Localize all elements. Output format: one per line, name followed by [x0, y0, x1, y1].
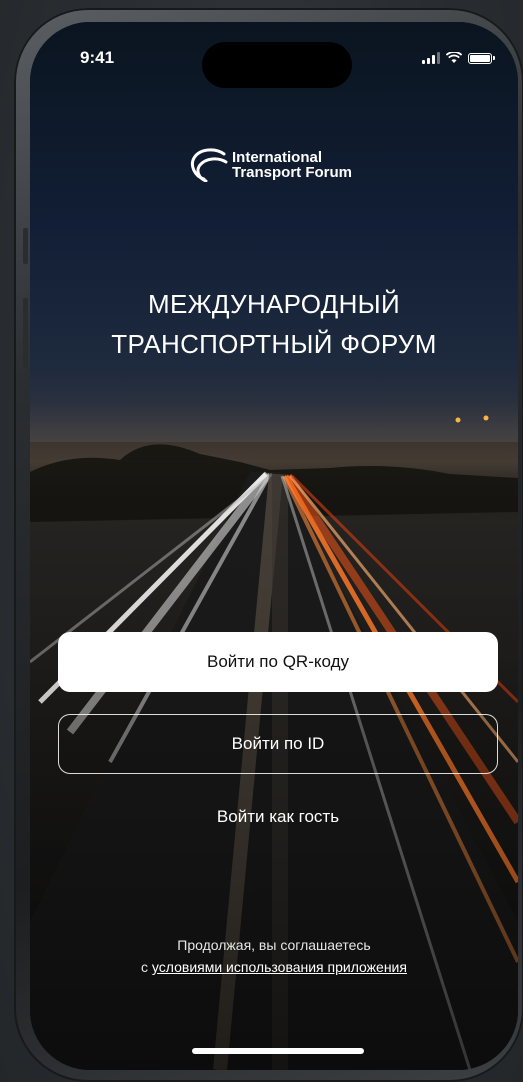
logo-line-2: Transport Forum	[232, 164, 353, 181]
title-line-2: ТРАНСПОРТНЫЙ ФОРУМ	[111, 329, 437, 359]
side-button	[23, 228, 28, 264]
home-indicator[interactable]	[192, 1048, 364, 1054]
page-title: МЕЖДУНАРОДНЫЙ ТРАНСПОРТНЫЙ ФОРУМ	[30, 284, 518, 364]
login-guest-button-label: Войти как гость	[216, 807, 340, 826]
itf-logo-icon	[190, 148, 228, 182]
consent-line-1: Продолжая, вы соглашаетесь	[177, 937, 371, 953]
login-qr-button[interactable]: Войти по QR-коду	[58, 632, 498, 692]
volume-up-button	[23, 298, 28, 368]
login-id-button-label: Войти по ID	[231, 734, 325, 753]
logo-wordmark: International Transport Forum	[232, 150, 352, 180]
consent-line-2: с условиями использования приложения	[30, 956, 518, 978]
login-qr-button-label: Войти по QR-коду	[207, 652, 349, 671]
volume-down-button	[23, 388, 28, 458]
wifi-icon	[446, 52, 462, 63]
cellular-signal-icon	[422, 52, 440, 64]
status-time: 9:41	[80, 48, 115, 67]
terms-of-use-link[interactable]: условиями использования приложения	[152, 959, 407, 975]
login-id-button[interactable]: Войти по ID	[58, 714, 498, 774]
status-indicators	[422, 52, 495, 64]
app-screen: 9:41 International Transport Forum МЕЖДУ…	[30, 22, 518, 1070]
stage: 9:41 International Transport Forum МЕЖДУ…	[0, 0, 523, 1082]
logo-line-1: International	[232, 149, 323, 166]
itf-logo: International Transport Forum	[190, 148, 352, 182]
dynamic-island	[202, 42, 352, 88]
consent-prefix: с	[141, 959, 149, 975]
battery-icon	[468, 52, 495, 64]
terms-consent: Продолжая, вы соглашаетесь с условиями и…	[30, 934, 518, 978]
login-guest-button[interactable]: Войти как гость	[150, 797, 406, 837]
title-line-1: МЕЖДУНАРОДНЫЙ	[148, 289, 400, 319]
